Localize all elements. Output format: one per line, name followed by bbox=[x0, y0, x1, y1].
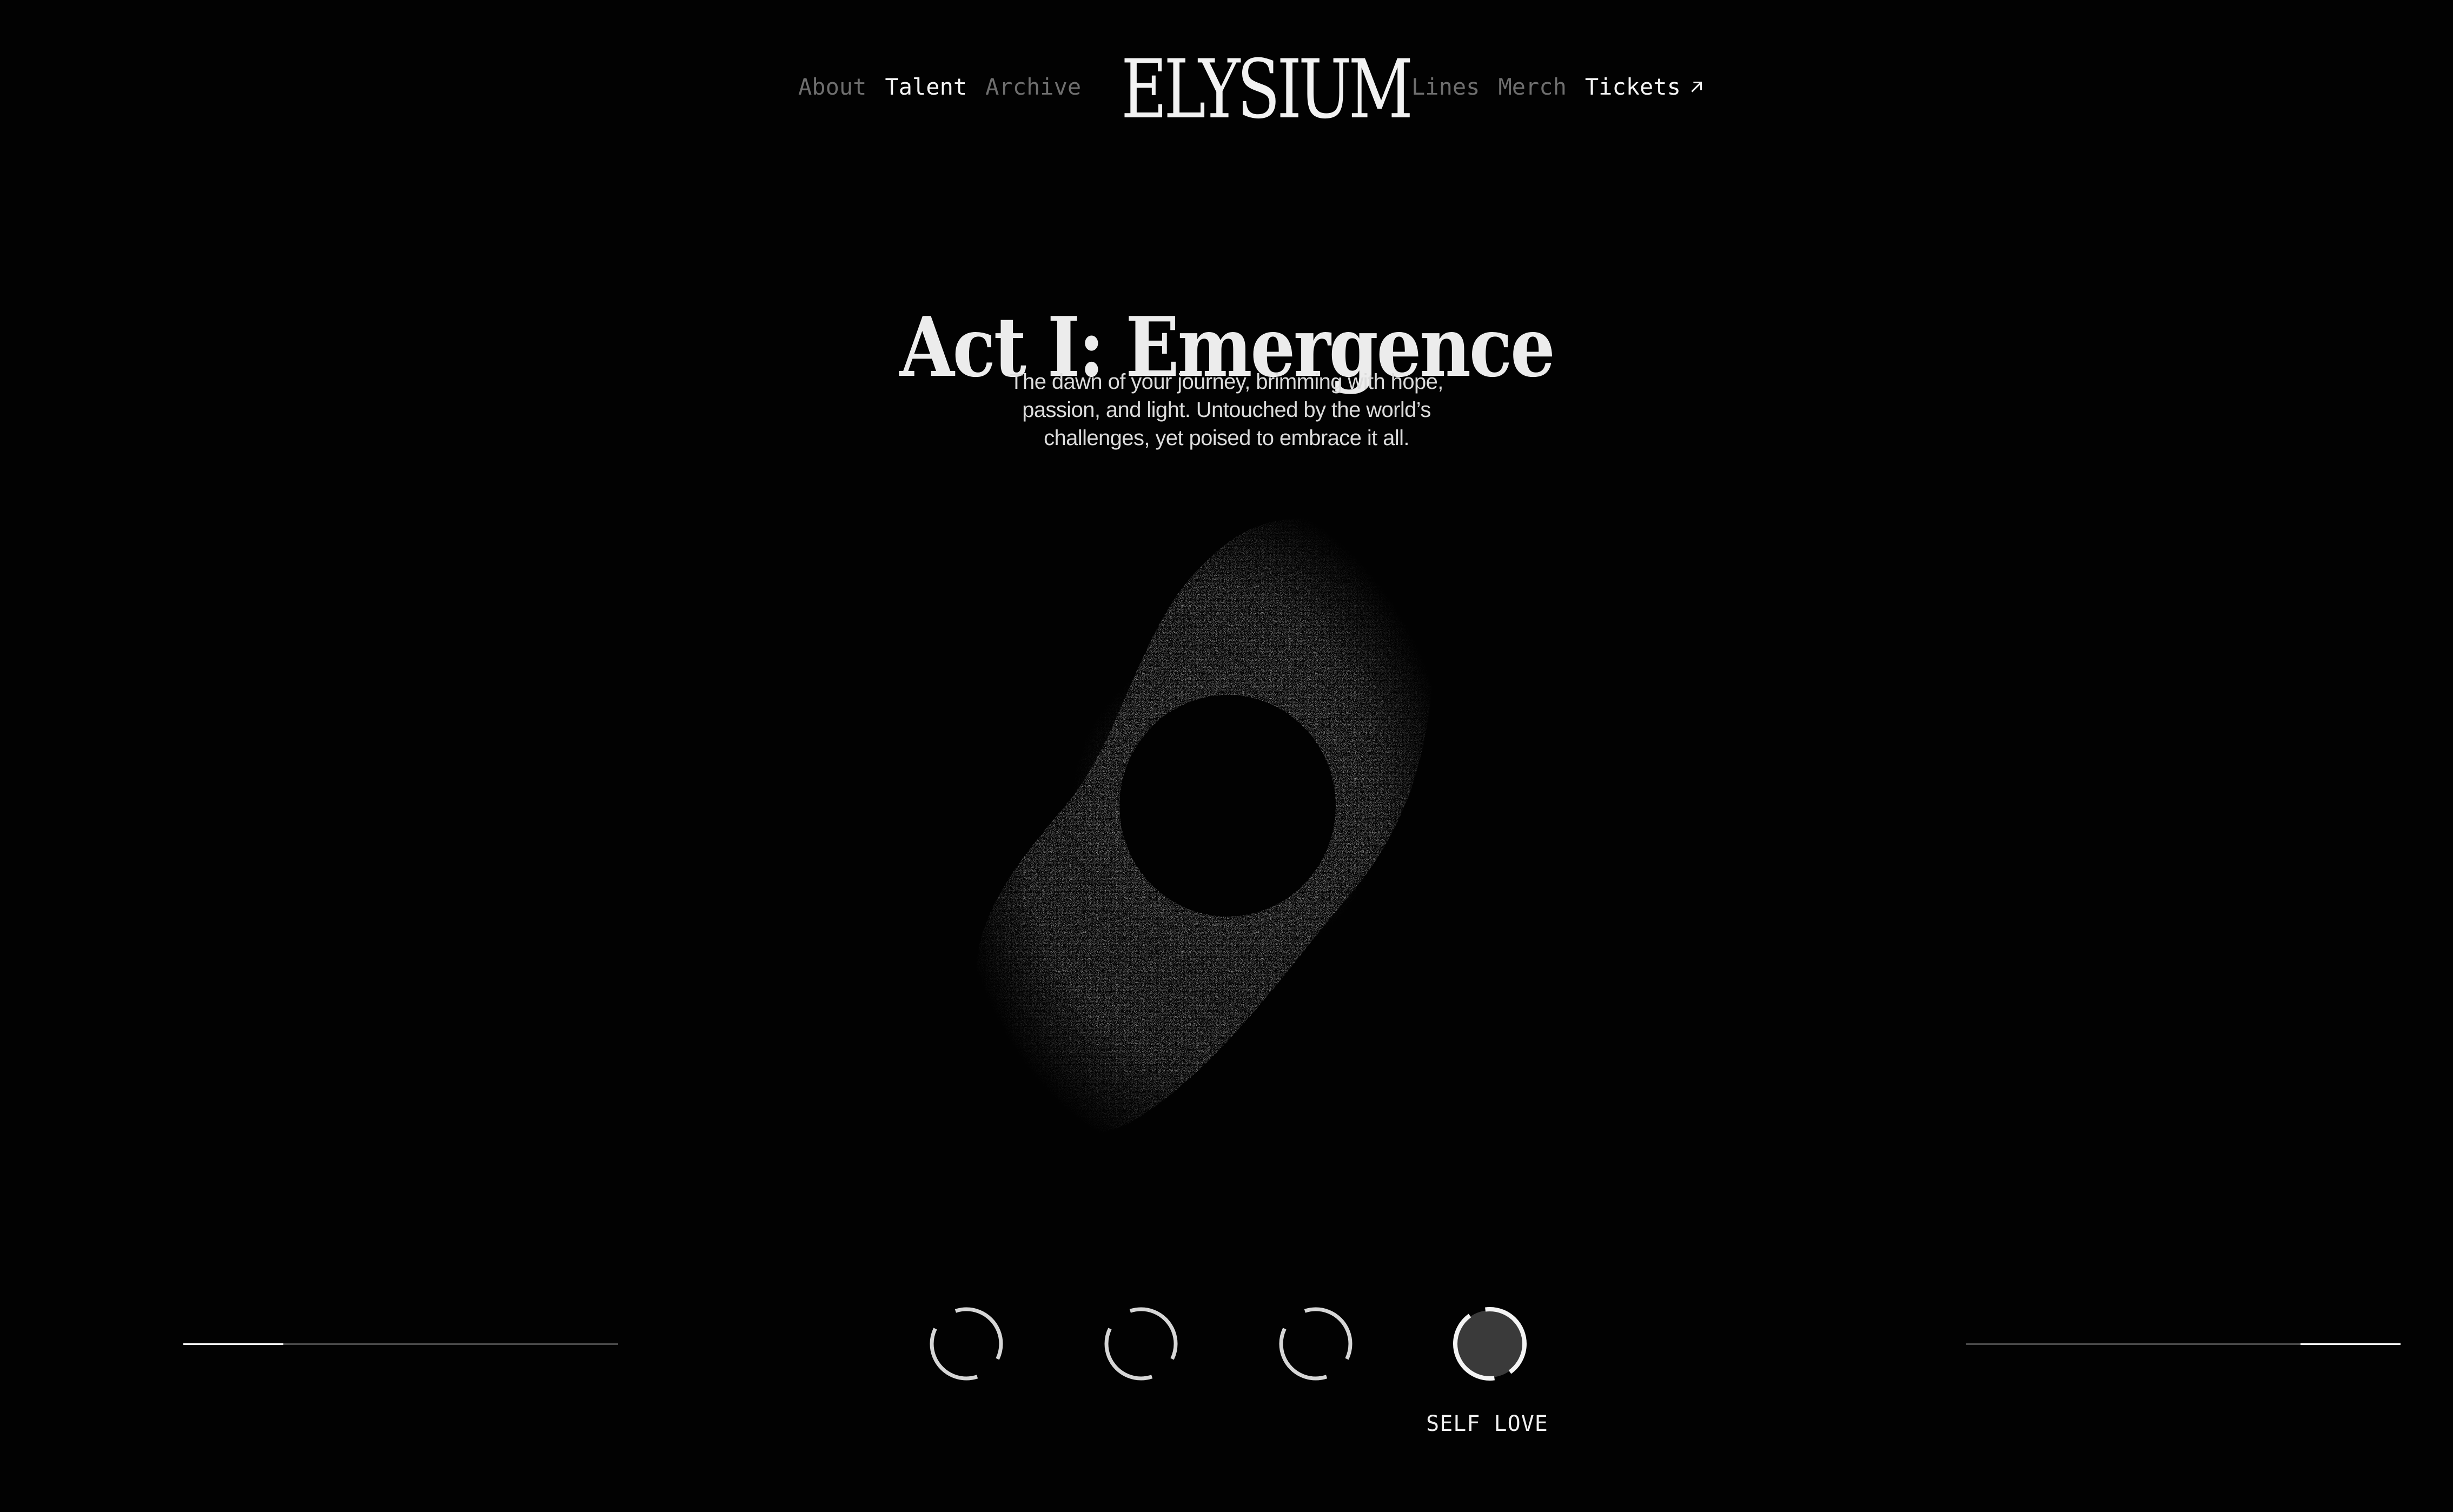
nav-link-merch[interactable]: Merch bbox=[1498, 74, 1566, 100]
progress-line-left bbox=[183, 1343, 618, 1345]
act-description: The dawn of your journey, brimming with … bbox=[1010, 370, 1443, 450]
progress-fill-left bbox=[183, 1343, 283, 1345]
act-button-3[interactable] bbox=[1275, 1303, 1356, 1384]
progress-fill-right bbox=[2300, 1343, 2401, 1345]
act-ring-icon bbox=[930, 1307, 1003, 1381]
nav-link-about[interactable]: About bbox=[798, 74, 866, 100]
nav-link-archive[interactable]: Archive bbox=[985, 74, 1081, 100]
act-selector bbox=[926, 1303, 1532, 1390]
top-navigation: About Talent Archive ELYSIUM Lines Merch… bbox=[0, 49, 2453, 130]
act-ring-selected-icon bbox=[1453, 1307, 1527, 1381]
particle-ring-graphic bbox=[975, 519, 1434, 1135]
nav-link-lines[interactable]: Lines bbox=[1411, 74, 1480, 100]
act-button-2[interactable] bbox=[1100, 1303, 1182, 1384]
act-button-1[interactable] bbox=[926, 1303, 1007, 1384]
selected-act-label: SELF LOVE bbox=[1426, 1411, 1548, 1436]
act-ring-icon bbox=[1104, 1307, 1178, 1381]
progress-line-right bbox=[1966, 1343, 2401, 1345]
nav-link-tickets[interactable]: Tickets bbox=[1585, 74, 1706, 100]
arrow-up-right-icon bbox=[1691, 81, 1702, 92]
nav-right-group: Lines Merch Tickets bbox=[1411, 74, 1706, 100]
act-button-4-selected[interactable] bbox=[1449, 1303, 1530, 1384]
particle-ring-visual bbox=[941, 503, 1514, 1152]
nav-link-tickets-label: Tickets bbox=[1584, 74, 1681, 100]
nav-link-talent[interactable]: Talent bbox=[885, 74, 967, 100]
nav-left-group: About Talent Archive bbox=[798, 74, 1081, 100]
site-logo[interactable]: ELYSIUM bbox=[1121, 49, 1413, 130]
act-ring-icon bbox=[1279, 1307, 1353, 1381]
